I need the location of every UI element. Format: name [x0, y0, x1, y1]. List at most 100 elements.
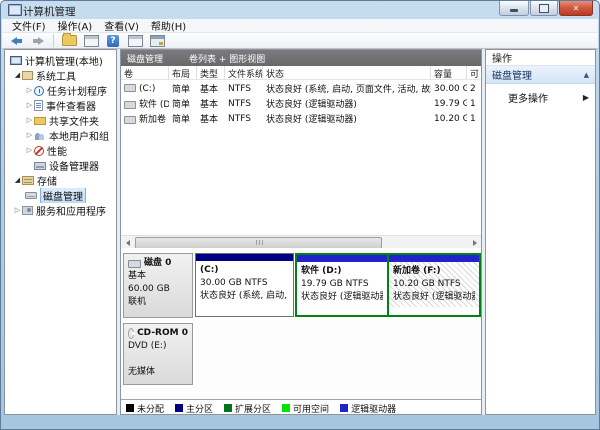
tree-item-disk-management[interactable]: 磁盘管理 [5, 188, 116, 203]
volume-row-d[interactable]: 软件 (D:) 简单 基本 NTFS 状态良好 (逻辑驱动器) 19.79 GB… [121, 96, 481, 111]
disk-icon [128, 260, 141, 268]
partition-f-selected[interactable]: 新加卷 (F:) 10.20 GB NTFS 状态良好 (逻辑驱动器) [389, 255, 479, 315]
tree-item-storage[interactable]: ◢ 存储 [5, 173, 116, 188]
cell-filesystem: NTFS [225, 84, 263, 94]
column-volume[interactable]: 卷 [121, 66, 169, 79]
legend-extended: 扩展分区 [224, 402, 271, 415]
tree-item-label: 计算机管理(本地) [25, 53, 103, 68]
cell-volume: (C:) [121, 84, 169, 94]
logical-drive-band [389, 255, 479, 262]
menu-action[interactable]: 操作(A) [52, 18, 99, 33]
actions-pane: 操作 磁盘管理 ▲ 更多操作 ▶ [485, 49, 596, 415]
graphical-view: 磁盘 0 基本 60.00 GB 联机 (C:) 30.00 GB NTFS 状… [121, 248, 481, 399]
legend-unallocated: 未分配 [126, 402, 164, 415]
cdrom-name: CD-ROM 0 [137, 327, 188, 340]
title-bar[interactable]: 计算机管理 ✕ [1, 1, 599, 19]
disk-tools-button[interactable] [148, 34, 166, 48]
volume-icon [124, 84, 136, 92]
show-actions-pane-button[interactable] [126, 34, 144, 48]
actions-section-disk-management[interactable]: 磁盘管理 ▲ [486, 66, 595, 84]
tree-item-label: 本地用户和组 [49, 128, 109, 143]
task-scheduler-icon [34, 86, 44, 96]
column-capacity[interactable]: 容量 [431, 66, 467, 79]
tree-item-root[interactable]: 计算机管理(本地) [5, 53, 116, 68]
tree-item-device-manager[interactable]: 设备管理器 [5, 158, 116, 173]
expander-collapsed-icon[interactable]: ▷ [25, 146, 34, 155]
back-arrow-tail [17, 39, 22, 43]
show-console-tree-button[interactable] [82, 34, 100, 48]
storage-icon [22, 176, 34, 185]
free-space-swatch [282, 404, 290, 412]
volume-row-f[interactable]: 新加卷 ... 简单 基本 NTFS 状态良好 (逻辑驱动器) 10.20 GB… [121, 111, 481, 126]
menu-bar: 文件(F) 操作(A) 查看(V) 帮助(H) [2, 19, 598, 32]
tree-item-performance[interactable]: ▷ 性能 [5, 143, 116, 158]
disk0-size: 60.00 GB [128, 283, 188, 296]
primary-swatch [175, 404, 183, 412]
computer-management-window: 计算机管理 ✕ 文件(F) 操作(A) 查看(V) 帮助(H) ? 计算机管理(… [0, 0, 600, 430]
scroll-left-button[interactable] [121, 237, 134, 248]
expander-collapsed-icon[interactable]: ▷ [13, 206, 22, 215]
event-viewer-icon [34, 100, 43, 111]
collapse-section-icon[interactable]: ▲ [584, 71, 589, 79]
cell-type: 基本 [197, 112, 225, 125]
help-button[interactable]: ? [104, 34, 122, 48]
partition-size: 10.20 GB NTFS [393, 278, 475, 291]
cdrom-label-box[interactable]: CD-ROM 0 DVD (E:) 无媒体 [123, 323, 193, 385]
maximize-button[interactable] [530, 1, 558, 16]
back-button[interactable] [7, 34, 25, 48]
menu-view[interactable]: 查看(V) [98, 18, 145, 33]
partition-c[interactable]: (C:) 30.00 GB NTFS 状态良好 (系统, 启动, 页面文件, 活… [195, 253, 294, 317]
console-tree: 计算机管理(本地) ◢ 系统工具 ▷ 任务计划程序 ▷ 事件查看器 ▷ 共享文件… [4, 49, 117, 415]
column-free-space[interactable]: 可 [467, 66, 482, 79]
disk0-label-box[interactable]: 磁盘 0 基本 60.00 GB 联机 [123, 253, 193, 318]
close-button[interactable]: ✕ [559, 1, 593, 16]
scroll-right-button[interactable] [468, 237, 481, 248]
minimize-button[interactable] [499, 1, 529, 16]
expander-expanded-icon[interactable]: ◢ [13, 176, 22, 185]
volume-row-c[interactable]: (C:) 简单 基本 NTFS 状态良好 (系统, 启动, 页面文件, 活动, … [121, 81, 481, 96]
legend-logical: 逻辑驱动器 [340, 402, 396, 415]
forward-button[interactable] [29, 34, 47, 48]
tree-item-local-users-groups[interactable]: ▷ 本地用户和组 [5, 128, 116, 143]
expander-collapsed-icon[interactable]: ▷ [25, 131, 34, 140]
toolbar-separator [53, 34, 54, 47]
column-type[interactable]: 类型 [197, 66, 225, 79]
partition-name: 新加卷 (F:) [393, 265, 475, 278]
performance-icon [34, 146, 44, 156]
expander-expanded-icon[interactable]: ◢ [13, 71, 22, 80]
column-layout[interactable]: 布局 [169, 66, 197, 79]
horizontal-scrollbar[interactable] [121, 235, 481, 248]
expander-collapsed-icon[interactable]: ▷ [25, 101, 34, 110]
disk0-status: 联机 [128, 296, 188, 309]
users-icon [34, 131, 46, 141]
cell-layout: 简单 [169, 82, 197, 95]
services-icon [22, 206, 33, 215]
volume-icon [124, 116, 136, 124]
cell-volume: 软件 (D:) [121, 97, 169, 110]
cell-capacity: 30.00 GB [431, 84, 467, 94]
tree-item-task-scheduler[interactable]: ▷ 任务计划程序 [5, 83, 116, 98]
up-level-button[interactable] [60, 34, 78, 48]
column-filesystem[interactable]: 文件系统 [225, 66, 263, 79]
disk-management-tool-icon [150, 35, 165, 47]
close-icon: ✕ [573, 4, 580, 13]
tree-item-services-apps[interactable]: ▷ 服务和应用程序 [5, 203, 116, 218]
tree-item-event-viewer[interactable]: ▷ 事件查看器 [5, 98, 116, 113]
disk0-name: 磁盘 0 [144, 257, 171, 270]
tree-item-shared-folders[interactable]: ▷ 共享文件夹 [5, 113, 116, 128]
column-status[interactable]: 状态 [263, 66, 431, 79]
tree-item-system-tools[interactable]: ◢ 系统工具 [5, 68, 116, 83]
content-area: 计算机管理(本地) ◢ 系统工具 ▷ 任务计划程序 ▷ 事件查看器 ▷ 共享文件… [4, 49, 596, 415]
partition-d[interactable]: 软件 (D:) 19.79 GB NTFS 状态良好 (逻辑驱动器) [297, 255, 387, 315]
menu-help[interactable]: 帮助(H) [145, 18, 192, 33]
cell-free: 2 [467, 84, 482, 94]
expander-collapsed-icon[interactable]: ▷ [25, 116, 34, 125]
cell-status: 状态良好 (系统, 启动, 页面文件, 活动, 故障转储, 主分区) [263, 82, 431, 95]
actions-pane-icon [128, 35, 143, 47]
disk-management-icon [25, 192, 37, 199]
partition-name: (C:) [200, 264, 289, 277]
forward-arrow-icon [38, 37, 44, 45]
menu-file[interactable]: 文件(F) [6, 18, 52, 33]
expander-collapsed-icon[interactable]: ▷ [25, 86, 34, 95]
more-actions-item[interactable]: 更多操作 ▶ [486, 89, 595, 105]
